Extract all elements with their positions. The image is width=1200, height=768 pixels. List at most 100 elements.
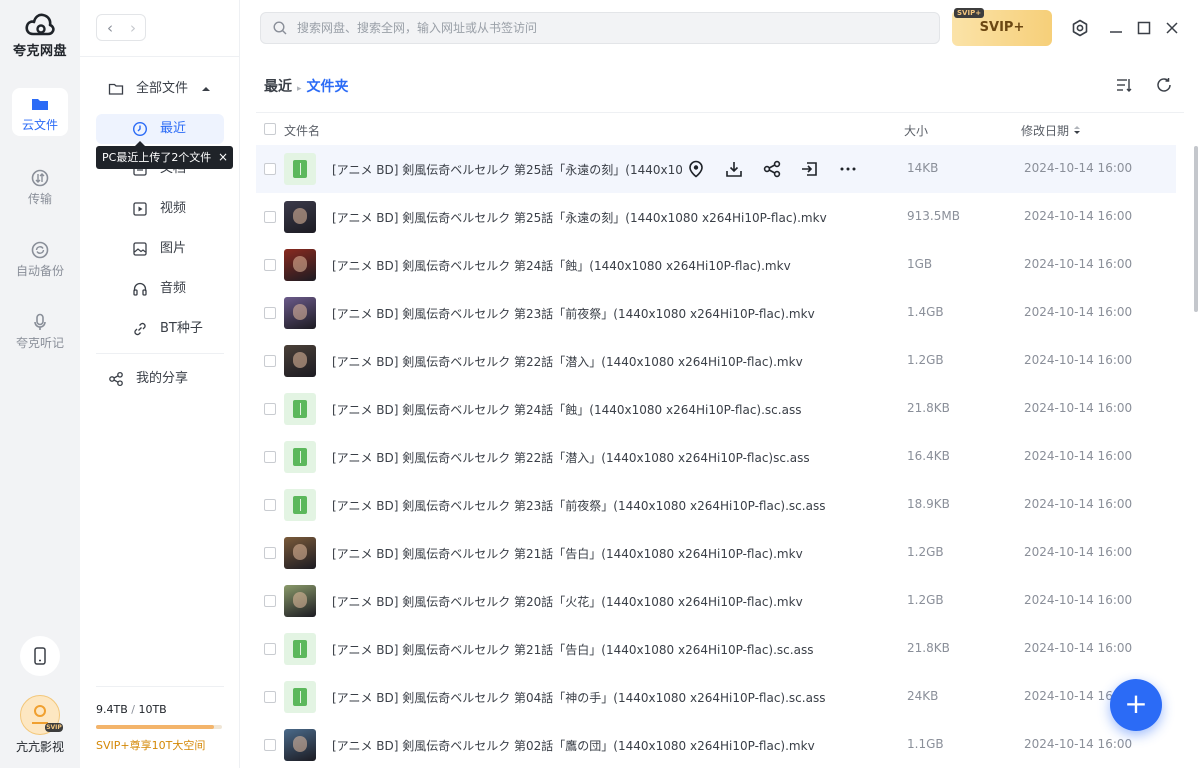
file-name[interactable]: [アニメ BD] 剣風伝奇ベルセルク 第25話「永遠の刻」(1440x1080 …	[332, 161, 682, 178]
scrollbar[interactable]	[1194, 146, 1198, 312]
video-thumbnail	[284, 297, 316, 329]
back-button[interactable]: ‹	[98, 18, 122, 38]
rail-item-cloud-files[interactable]: 云文件	[12, 88, 68, 136]
row-checkbox[interactable]	[264, 163, 276, 175]
nav-all-files[interactable]: 全部文件	[96, 74, 224, 104]
storage-bar-fill	[96, 725, 215, 729]
subtitle-file-icon	[284, 441, 316, 473]
row-checkbox[interactable]	[264, 691, 276, 703]
headphones-icon	[133, 282, 147, 296]
table-row[interactable]: [アニメ BD] 剣風伝奇ベルセルク 第24話「蝕」(1440x1080 x26…	[256, 385, 1176, 433]
nav-item-bt-torrent[interactable]: BT种子	[96, 314, 224, 344]
video-icon	[133, 202, 147, 216]
subtitle-file-icon	[284, 153, 316, 185]
svip-upgrade-button[interactable]: SVIP+ SVIP+	[952, 8, 1052, 46]
column-header-name[interactable]: 文件名	[284, 122, 320, 139]
add-fab-button[interactable]: +	[1110, 679, 1162, 731]
forward-button[interactable]: ›	[121, 18, 145, 38]
file-name[interactable]: [アニメ BD] 剣風伝奇ベルセルク 第20話「火花」(1440x1080 x2…	[332, 593, 852, 610]
file-name[interactable]: [アニメ BD] 剣風伝奇ベルセルク 第04話「神の手」(1440x1080 x…	[332, 689, 852, 706]
sort-desc-icon[interactable]	[1073, 125, 1081, 135]
row-checkbox[interactable]	[264, 355, 276, 367]
nav-item-images[interactable]: 图片	[96, 234, 224, 264]
table-row[interactable]: [アニメ BD] 剣風伝奇ベルセルク 第21話「告白」(1440x1080 x2…	[256, 529, 1176, 577]
table-row[interactable]: [アニメ BD] 剣風伝奇ベルセルク 第25話「永遠の刻」(1440x1080 …	[256, 145, 1176, 193]
file-name[interactable]: [アニメ BD] 剣風伝奇ベルセルク 第25話「永遠の刻」(1440x1080 …	[332, 209, 852, 226]
maximize-icon[interactable]	[1134, 18, 1154, 38]
share-icon[interactable]	[762, 159, 782, 179]
file-name[interactable]: [アニメ BD] 剣風伝奇ベルセルク 第24話「蝕」(1440x1080 x26…	[332, 401, 852, 418]
subtitle-file-icon	[284, 393, 316, 425]
file-name[interactable]: [アニメ BD] 剣風伝奇ベルセルク 第02話「鷹の団」(1440x1080 x…	[332, 737, 852, 754]
row-checkbox[interactable]	[264, 451, 276, 463]
more-icon[interactable]	[838, 159, 858, 179]
nav-item-audio[interactable]: 音频	[96, 274, 224, 304]
table-row[interactable]: [アニメ BD] 剣風伝奇ベルセルク 第04話「神の手」(1440x1080 x…	[256, 673, 1176, 721]
nav-item-label: BT种子	[160, 321, 203, 336]
row-checkbox[interactable]	[264, 499, 276, 511]
file-name[interactable]: [アニメ BD] 剣風伝奇ベルセルク 第21話「告白」(1440x1080 x2…	[332, 641, 852, 658]
nav-item-label: 最近	[160, 121, 187, 136]
storage-bar	[96, 725, 222, 729]
column-header-size[interactable]: 大小	[904, 122, 928, 139]
file-date: 2024-10-14 16:00	[1024, 257, 1133, 271]
table-row[interactable]: [アニメ BD] 剣風伝奇ベルセルク 第25話「永遠の刻」(1440x1080 …	[256, 193, 1176, 241]
table-row[interactable]: [アニメ BD] 剣風伝奇ベルセルク 第24話「蝕」(1440x1080 x26…	[256, 241, 1176, 289]
rail-item-transfer[interactable]: 传输	[12, 162, 68, 210]
row-checkbox[interactable]	[264, 259, 276, 271]
file-name[interactable]: [アニメ BD] 剣風伝奇ベルセルク 第22話「潜入」(1440x1080 x2…	[332, 449, 852, 466]
breadcrumb-recent[interactable]: 最近	[264, 79, 292, 95]
thumbnail-figure	[293, 592, 307, 608]
svip-promo-link[interactable]: SVIP+尊享10T大空间	[96, 737, 205, 753]
select-all-checkbox[interactable]	[264, 123, 276, 135]
row-checkbox[interactable]	[264, 547, 276, 559]
video-thumbnail	[284, 249, 316, 281]
table-row[interactable]: [アニメ BD] 剣風伝奇ベルセルク 第21話「告白」(1440x1080 x2…	[256, 625, 1176, 673]
file-name[interactable]: [アニメ BD] 剣風伝奇ベルセルク 第21話「告白」(1440x1080 x2…	[332, 545, 852, 562]
row-checkbox[interactable]	[264, 595, 276, 607]
table-row[interactable]: [アニメ BD] 剣風伝奇ベルセルク 第22話「潜入」(1440x1080 x2…	[256, 337, 1176, 385]
nav-item-video[interactable]: 视频	[96, 194, 224, 224]
rail-item-quark-notes[interactable]: 夸克听记	[12, 306, 68, 354]
locate-icon[interactable]	[686, 159, 706, 179]
refresh-icon[interactable]	[1155, 76, 1173, 94]
row-checkbox[interactable]	[264, 307, 276, 319]
table-row[interactable]: [アニメ BD] 剣風伝奇ベルセルク 第23話「前夜祭」(1440x1080 x…	[256, 289, 1176, 337]
file-name[interactable]: [アニメ BD] 剣風伝奇ベルセルク 第22話「潜入」(1440x1080 x2…	[332, 353, 852, 370]
row-actions	[686, 159, 866, 179]
row-checkbox[interactable]	[264, 643, 276, 655]
file-date: 2024-10-14 16:00	[1024, 449, 1133, 463]
row-checkbox[interactable]	[264, 211, 276, 223]
transfer-icon	[31, 169, 49, 187]
table-row[interactable]: [アニメ BD] 剣風伝奇ベルセルク 第22話「潜入」(1440x1080 x2…	[256, 433, 1176, 481]
user-avatar[interactable]: SVIP	[20, 695, 63, 735]
table-row[interactable]: [アニメ BD] 剣風伝奇ベルセルク 第02話「鷹の団」(1440x1080 x…	[256, 721, 1176, 768]
row-checkbox[interactable]	[264, 739, 276, 751]
table-row[interactable]: [アニメ BD] 剣風伝奇ベルセルク 第23話「前夜祭」(1440x1080 x…	[256, 481, 1176, 529]
column-header-date[interactable]: 修改日期	[1021, 122, 1069, 139]
file-name[interactable]: [アニメ BD] 剣風伝奇ベルセルク 第24話「蝕」(1440x1080 x26…	[332, 257, 852, 274]
nav-my-share[interactable]: 我的分享	[96, 364, 224, 394]
file-name[interactable]: [アニメ BD] 剣風伝奇ベルセルク 第23話「前夜祭」(1440x1080 x…	[332, 305, 852, 322]
video-thumbnail	[284, 585, 316, 617]
table-row[interactable]: [アニメ BD] 剣風伝奇ベルセルク 第20話「火花」(1440x1080 x2…	[256, 577, 1176, 625]
download-icon[interactable]	[724, 159, 744, 179]
settings-icon[interactable]	[1070, 18, 1090, 38]
file-name[interactable]: [アニメ BD] 剣風伝奇ベルセルク 第23話「前夜祭」(1440x1080 x…	[332, 497, 852, 514]
document-page-icon	[293, 640, 307, 658]
file-size: 913.5MB	[907, 209, 960, 223]
file-size: 24KB	[907, 689, 939, 703]
nav-item-recent[interactable]: 最近	[96, 114, 224, 144]
minimize-icon[interactable]	[1106, 18, 1126, 38]
mobile-device-button[interactable]	[20, 636, 60, 676]
sort-list-icon[interactable]	[1115, 76, 1133, 94]
tooltip-close-icon[interactable]: ×	[218, 146, 228, 169]
svip-badge: SVIP+	[954, 8, 985, 18]
close-icon[interactable]	[1162, 18, 1182, 38]
row-checkbox[interactable]	[264, 403, 276, 415]
divider	[80, 56, 240, 57]
search-bar[interactable]	[260, 12, 940, 44]
rail-item-auto-backup[interactable]: 自动备份	[12, 234, 68, 282]
move-to-icon[interactable]	[800, 159, 820, 179]
search-input[interactable]	[297, 19, 917, 37]
